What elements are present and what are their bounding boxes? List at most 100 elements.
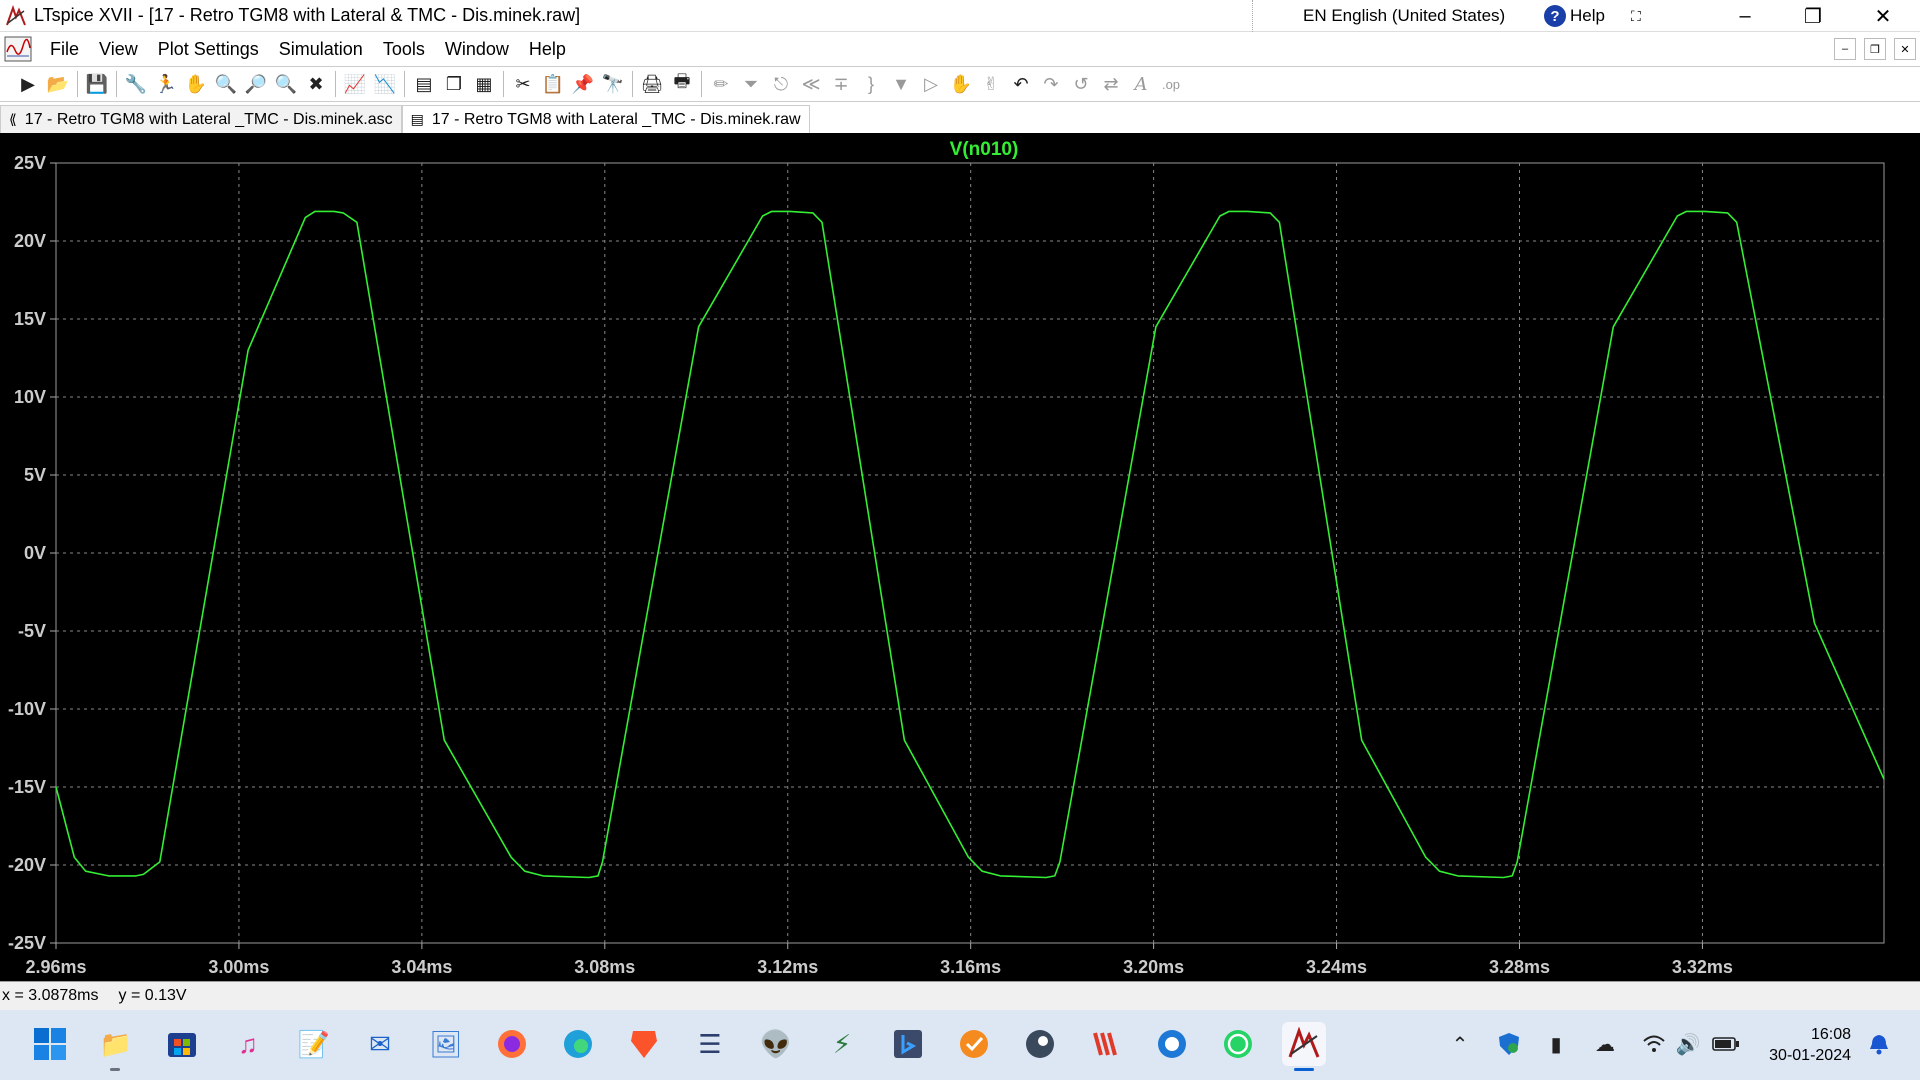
notepad-icon[interactable]: 📝 (292, 1022, 336, 1066)
system-clock[interactable]: 16:08 30-01-2024 (1755, 1024, 1851, 1066)
mdi-close-button[interactable]: ✕ (1894, 38, 1916, 60)
capacitor-icon[interactable]: ∓ (827, 70, 855, 98)
tab-schematic[interactable]: ⟪ 17 - Retro TGM8 with Lateral _TMC - Di… (0, 105, 402, 133)
mdi-minimize-button[interactable]: – (1834, 38, 1856, 60)
run-icon[interactable]: 🏃 (152, 70, 180, 98)
new-schematic-icon[interactable]: ▶ (14, 70, 42, 98)
network-app-icon[interactable]: ⚡ (820, 1022, 864, 1066)
brave-icon[interactable] (622, 1022, 666, 1066)
undo-icon[interactable]: ↶ (1007, 70, 1035, 98)
print-icon[interactable]: 🖨 (638, 70, 666, 98)
spice-directive-icon[interactable]: .op (1157, 70, 1185, 98)
file-explorer-icon[interactable]: 📁 (94, 1022, 138, 1066)
close-button[interactable]: ✕ (1848, 0, 1918, 32)
tile-vertical-icon[interactable]: ▦ (470, 70, 498, 98)
alien-icon[interactable]: 👽 (754, 1022, 798, 1066)
toolbar: ▶ 📂 💾 🔧 🏃 ✋ 🔍 🔎 🔍 ✖ 📈 📉 ▤ ❐ ▦ ✂ 📋 📌 🔭 🖨 … (0, 66, 1920, 102)
ground-icon[interactable]: ⏷ (737, 70, 765, 98)
volume-icon[interactable]: 🔊 (1674, 1026, 1702, 1062)
tasks-icon[interactable] (952, 1022, 996, 1066)
windows-start-icon[interactable] (28, 1022, 72, 1066)
x-tick-label: 3.20ms (1123, 957, 1184, 977)
tab-waveform[interactable]: ▤ 17 - Retro TGM8 with Lateral _TMC - Di… (401, 105, 810, 133)
zoom-area-icon[interactable]: 🔎 (242, 70, 270, 98)
document-tabs: ⟪ 17 - Retro TGM8 with Lateral _TMC - Di… (0, 103, 1920, 133)
app-icon[interactable]: ☰ (688, 1022, 732, 1066)
tile-horizontal-icon[interactable]: ▤ (410, 70, 438, 98)
cut-icon[interactable]: ✂ (509, 70, 537, 98)
save-icon[interactable]: 💾 (83, 70, 111, 98)
steam-icon[interactable] (1018, 1022, 1062, 1066)
print-preview-icon[interactable]: 🖶 (668, 70, 696, 98)
toolbar-separator (404, 71, 405, 97)
edge-icon[interactable] (556, 1022, 600, 1066)
zoom-out-icon[interactable]: 🔍 (272, 70, 300, 98)
expand-icon[interactable]: ⛶ (1631, 8, 1641, 25)
itunes-icon[interactable]: ♫ (226, 1022, 270, 1066)
chevron-up-icon[interactable]: ⌃ (1448, 1026, 1472, 1062)
manual-limits-icon[interactable]: 📉 (371, 70, 399, 98)
maximize-button[interactable]: ❐ (1778, 0, 1848, 32)
firefox-icon[interactable] (490, 1022, 534, 1066)
zoom-fit-icon[interactable]: ✖ (302, 70, 330, 98)
autorange-icon[interactable]: 📈 (341, 70, 369, 98)
whatsapp-icon[interactable] (1216, 1022, 1260, 1066)
notification-bell-icon[interactable] (1866, 1026, 1892, 1062)
menu-file[interactable]: File (40, 39, 89, 60)
bing-icon[interactable] (886, 1022, 930, 1066)
draw-wire-icon[interactable]: ✏ (707, 70, 735, 98)
menu-view[interactable]: View (89, 39, 148, 60)
waveform-chart[interactable]: 25V 20V 15V 10V 5V 0V -5V -10V -15V -20V -25V 2.96m… (0, 133, 1920, 981)
find-icon[interactable]: 🔭 (599, 70, 627, 98)
cursor-x-readout: x = 3.0878ms (2, 987, 99, 1004)
paste-icon[interactable]: 📌 (569, 70, 597, 98)
menu-help[interactable]: Help (519, 39, 576, 60)
component-icon[interactable]: ▷ (917, 70, 945, 98)
minimize-button[interactable]: – (1710, 0, 1780, 32)
usb-icon[interactable]: ▮ (1544, 1026, 1568, 1062)
inductor-icon[interactable]: } (857, 70, 885, 98)
mirror-icon[interactable]: ⇄ (1097, 70, 1125, 98)
drag-hand-icon[interactable]: ✌ (977, 70, 1005, 98)
y-tick-label: 0V (24, 543, 46, 563)
language-indicator[interactable]: EN English (United States) (1252, 0, 1505, 32)
menu-simulation[interactable]: Simulation (269, 39, 373, 60)
resistor-icon[interactable]: ≪ (797, 70, 825, 98)
menu-plot-settings[interactable]: Plot Settings (148, 39, 269, 60)
help-button[interactable]: ? Help ⛶ (1544, 0, 1641, 32)
rotate-icon[interactable]: ↺ (1067, 70, 1095, 98)
clock-time: 16:08 (1810, 1026, 1851, 1043)
diode-icon[interactable]: ▼ (887, 70, 915, 98)
mail-icon[interactable]: ✉ (358, 1022, 402, 1066)
menu-tools[interactable]: Tools (373, 39, 435, 60)
trace-title[interactable]: V(n010) (950, 139, 1019, 160)
wifi-icon[interactable] (1640, 1026, 1668, 1062)
winamp-icon[interactable] (1084, 1022, 1128, 1066)
ltspice-icon[interactable] (1282, 1022, 1326, 1066)
photos-icon[interactable]: 🖼 (424, 1022, 468, 1066)
mdi-restore-button[interactable]: ❐ (1864, 38, 1886, 60)
text-icon[interactable]: A (1127, 70, 1155, 98)
copy-icon[interactable]: 📋 (539, 70, 567, 98)
pan-hand-icon[interactable]: ✋ (182, 70, 210, 98)
ltspice-logo-icon (4, 4, 28, 28)
shield-app-icon[interactable] (1150, 1022, 1194, 1066)
move-hand-icon[interactable]: ✋ (947, 70, 975, 98)
redo-icon[interactable]: ↷ (1037, 70, 1065, 98)
waveform-window-icon[interactable] (4, 36, 32, 62)
series-line-vn010[interactable] (55, 210, 1885, 879)
onedrive-icon[interactable]: ☁ (1590, 1026, 1620, 1062)
zoom-in-icon[interactable]: 🔍 (212, 70, 240, 98)
waveform-plot[interactable]: 25V 20V 15V 10V 5V 0V -5V -10V -15V -20V -25V 2.96m… (0, 133, 1920, 981)
microsoft-store-icon[interactable] (160, 1022, 204, 1066)
y-tick-label: 5V (24, 465, 46, 485)
toolbar-separator (503, 71, 504, 97)
battery-icon[interactable] (1710, 1026, 1742, 1062)
x-tick-label: 3.04ms (391, 957, 452, 977)
label-net-icon[interactable]: ⎋ (767, 70, 795, 98)
cascade-icon[interactable]: ❐ (440, 70, 468, 98)
defender-icon[interactable] (1496, 1026, 1522, 1062)
menu-window[interactable]: Window (435, 39, 519, 60)
control-panel-icon[interactable]: 🔧 (122, 70, 150, 98)
open-folder-icon[interactable]: 📂 (44, 70, 72, 98)
